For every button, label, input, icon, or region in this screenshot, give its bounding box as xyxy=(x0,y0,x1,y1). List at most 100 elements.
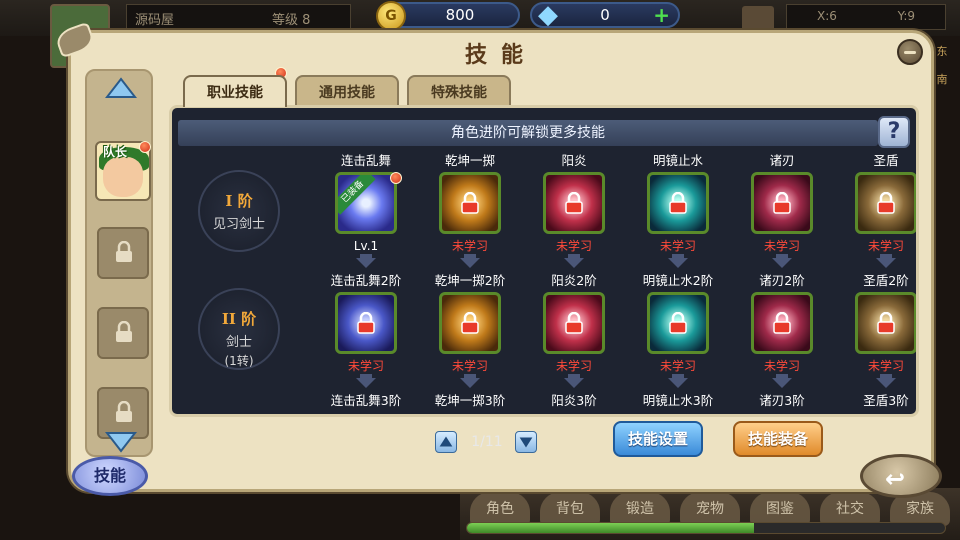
skill-slot[interactable]: 连击乱舞 已装备 Lv.1 xyxy=(316,152,416,268)
skill-status: 未学习 xyxy=(763,359,800,373)
skill-status: 未学习 xyxy=(659,239,696,253)
skill-panel: 角色进阶可解锁更多技能 ? I 阶 见习剑士 II 阶 剑士 (1转) 连击乱舞… xyxy=(169,105,919,417)
skill-icon[interactable] xyxy=(751,172,813,234)
skill-icon[interactable] xyxy=(855,292,916,354)
tier-ring xyxy=(198,170,280,252)
skill-slot[interactable]: 诸刃 未学习 xyxy=(732,152,832,268)
skill-slot[interactable]: 圣盾2阶 未学习 xyxy=(836,272,916,388)
player-level: 等级 8 xyxy=(272,13,311,28)
skill-slot[interactable]: 阳炎 未学习 xyxy=(524,152,624,268)
skill-slot[interactable]: 阳炎2阶 未学习 xyxy=(524,272,624,388)
skill-equip-button[interactable]: 技能装备 xyxy=(733,421,823,457)
nav-codex[interactable]: 图鉴 xyxy=(750,492,810,526)
lock-icon xyxy=(565,192,583,214)
exp-bar-fill xyxy=(467,523,754,533)
skill-name: 阳炎 xyxy=(561,153,587,168)
tier-number: I 阶 xyxy=(225,192,253,210)
skill-slot[interactable]: 乾坤一掷2阶 未学习 xyxy=(420,272,520,388)
skill-slot[interactable]: 明镜止水 未学习 xyxy=(628,152,728,268)
exp-bar xyxy=(466,522,946,534)
skill-slot[interactable]: 明镜止水2阶 未学习 xyxy=(628,272,728,388)
tier-1: I 阶 见习剑士 xyxy=(194,170,284,260)
tier-2: II 阶 剑士 (1转) xyxy=(194,288,284,378)
equipped-badge: 已装备 xyxy=(338,175,376,215)
lock-icon xyxy=(877,312,895,334)
down-arrow-icon xyxy=(460,374,480,388)
skill-name: 连击乱舞3阶 xyxy=(330,393,402,408)
skill-status: 未学习 xyxy=(867,239,904,253)
skill-name: 明镜止水2阶 xyxy=(642,273,714,288)
lock-icon xyxy=(461,312,479,334)
skill-status: 未学习 xyxy=(451,239,488,253)
coord-y: Y:9 xyxy=(897,9,915,23)
skill-slot[interactable]: 连击乱舞2阶 未学习 xyxy=(316,272,416,388)
skill-name: 诸刃 xyxy=(769,153,795,168)
rail-down-arrow-icon[interactable] xyxy=(105,431,137,453)
lock-icon xyxy=(669,312,687,334)
skill-slot[interactable]: 阳炎3阶 xyxy=(524,392,624,414)
skill-slot[interactable]: 诸刃2阶 未学习 xyxy=(732,272,832,388)
skill-icon[interactable] xyxy=(439,172,501,234)
player-info: 源码屋 等级 8 xyxy=(126,4,351,30)
skill-settings-button[interactable]: 技能设置 xyxy=(613,421,703,457)
down-arrow-icon xyxy=(460,254,480,268)
diamond-icon: ◆ xyxy=(538,0,558,30)
skill-status: 未学习 xyxy=(555,359,592,373)
skill-name: 诸刃2阶 xyxy=(759,273,805,288)
rail-up-arrow-icon[interactable] xyxy=(105,77,137,99)
down-arrow-icon xyxy=(876,254,896,268)
page-down-icon[interactable] xyxy=(515,431,537,453)
down-arrow-icon xyxy=(356,374,376,388)
nav-role[interactable]: 角色 xyxy=(470,492,530,526)
skill-icon[interactable] xyxy=(543,172,605,234)
down-arrow-icon xyxy=(876,374,896,388)
skill-icon[interactable] xyxy=(543,292,605,354)
skill-icon[interactable] xyxy=(335,292,397,354)
skill-name: 明镜止水3阶 xyxy=(642,393,714,408)
character-rail: 队长 xyxy=(85,69,153,457)
skill-slot[interactable]: 乾坤一掷3阶 xyxy=(420,392,520,414)
page-indicator: 1/11 xyxy=(471,434,503,450)
page-up-icon[interactable] xyxy=(435,431,457,453)
skill-icon[interactable] xyxy=(751,292,813,354)
gold-amount: 800 xyxy=(445,6,475,24)
skill-status: 未学习 xyxy=(763,239,800,253)
nav-forge[interactable]: 锻造 xyxy=(610,492,670,526)
skill-icon[interactable] xyxy=(647,172,709,234)
skill-slot[interactable]: 连击乱舞3阶 xyxy=(316,392,416,414)
close-button[interactable] xyxy=(897,39,923,65)
nav-social[interactable]: 社交 xyxy=(820,492,880,526)
nav-bag[interactable]: 背包 xyxy=(540,492,600,526)
down-arrow-icon xyxy=(564,254,584,268)
skill-slot[interactable]: 圣盾 未学习 xyxy=(836,152,916,268)
skills-side-tab[interactable]: 技能 xyxy=(72,456,148,496)
help-button[interactable]: ? xyxy=(878,116,910,148)
return-arrow-icon: ↩ xyxy=(885,465,906,493)
lock-icon xyxy=(669,192,687,214)
locked-slot[interactable] xyxy=(97,227,149,279)
skill-icon[interactable] xyxy=(855,172,916,234)
back-button[interactable]: ↩ xyxy=(860,454,942,498)
lock-icon xyxy=(877,192,895,214)
down-arrow-icon xyxy=(668,374,688,388)
skill-icon[interactable]: 已装备 xyxy=(335,172,397,234)
leader-tag: 队长 xyxy=(103,145,128,159)
skill-icon[interactable] xyxy=(647,292,709,354)
tab-common-skills[interactable]: 通用技能 xyxy=(295,75,399,107)
window-title: 技能 xyxy=(464,43,537,68)
nav-pet[interactable]: 宠物 xyxy=(680,492,740,526)
skill-name: 连击乱舞 xyxy=(340,153,391,168)
skill-slot[interactable]: 明镜止水3阶 xyxy=(628,392,728,414)
skill-name: 圣盾3阶 xyxy=(863,393,909,408)
skill-icon[interactable] xyxy=(439,292,501,354)
skill-slot[interactable]: 乾坤一掷 未学习 xyxy=(420,152,520,268)
add-gems-icon[interactable]: + xyxy=(653,4,670,26)
locked-slot[interactable] xyxy=(97,307,149,359)
gold-coin-icon: G xyxy=(376,1,406,31)
skill-slot[interactable]: 诸刃3阶 xyxy=(732,392,832,414)
skill-slot[interactable]: 圣盾3阶 xyxy=(836,392,916,414)
unlock-hint: 角色进阶可解锁更多技能 xyxy=(178,120,878,146)
tab-special-skills[interactable]: 特殊技能 xyxy=(407,75,511,107)
tier-number: II 阶 xyxy=(221,310,257,328)
tab-class-skills[interactable]: 职业技能 xyxy=(183,75,287,107)
